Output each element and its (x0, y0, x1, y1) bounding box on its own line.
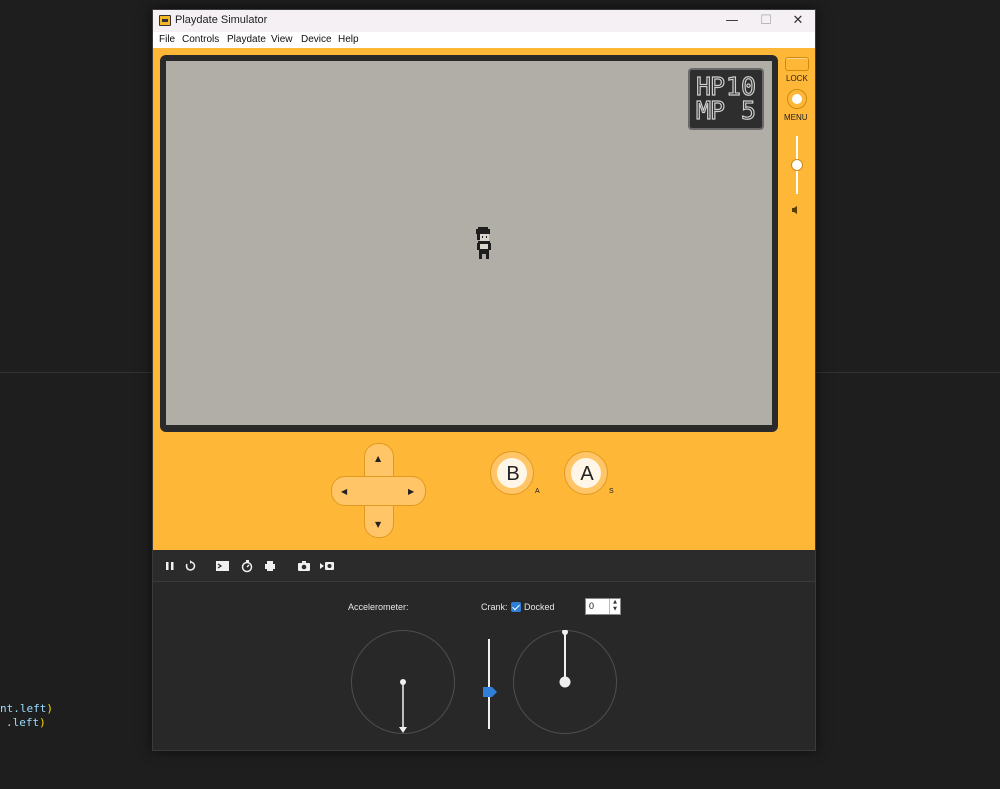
menu-button[interactable] (787, 89, 807, 109)
menu-device[interactable]: Device (301, 34, 332, 45)
crank-slider-thumb[interactable] (483, 687, 497, 697)
speaker-icon (792, 206, 797, 214)
printer-icon[interactable] (263, 559, 277, 573)
b-button-label: B (506, 463, 520, 485)
menu-controls[interactable]: Controls (182, 34, 219, 45)
title-bar[interactable]: Playdate Simulator — ☐ ✕ (153, 10, 815, 32)
mp-value: 5 (740, 95, 756, 125)
code-line-2: .left) (6, 716, 46, 729)
crank-slider-track[interactable] (488, 639, 490, 729)
window-title: Playdate Simulator (175, 14, 268, 26)
playdate-app-icon (159, 15, 171, 26)
crank-label: Crank: (481, 602, 508, 612)
accelerometer-vector[interactable] (351, 630, 455, 734)
dpad-center (365, 477, 393, 505)
menu-bar: File Controls Playdate View Device Help (153, 32, 815, 48)
simulator-toolbar (153, 550, 815, 582)
docked-checkbox[interactable] (511, 602, 521, 612)
dpad-right-button[interactable]: ▶ (408, 487, 414, 496)
crank-handle-indicator[interactable] (513, 630, 617, 734)
screen-bezel: HP 10 MP 5 (160, 55, 778, 432)
a-key-hint: S (609, 488, 614, 495)
menu-label: MENU (784, 113, 808, 122)
mp-label: MP (695, 95, 725, 125)
menu-help[interactable]: Help (338, 34, 359, 45)
lock-button[interactable] (785, 57, 809, 71)
dpad-left-button[interactable]: ◀ (341, 487, 347, 496)
pause-icon[interactable] (163, 559, 177, 573)
game-screen[interactable]: HP 10 MP 5 (166, 61, 772, 425)
stepper-arrows-icon[interactable]: ▲ ▼ (609, 599, 620, 614)
maximize-button[interactable]: ☐ (749, 10, 783, 32)
minimize-button[interactable]: — (715, 10, 749, 32)
simulator-window: Playdate Simulator — ☐ ✕ File Controls P… (152, 9, 816, 751)
console-icon[interactable] (215, 559, 230, 573)
crank-angle-value: 0 (589, 601, 595, 611)
record-video-icon[interactable] (319, 559, 335, 573)
hp-mp-panel: HP 10 MP 5 (688, 68, 764, 130)
a-button-label: A (580, 463, 594, 485)
dpad-down-button[interactable]: ▼ (375, 520, 381, 529)
dpad-up-button[interactable]: ▲ (375, 454, 381, 463)
controls-panel: Accelerometer: Crank: Docked 0 ▲ ▼ (153, 582, 815, 750)
accelerometer-label: Accelerometer: (348, 602, 409, 612)
lock-label: LOCK (786, 74, 808, 83)
close-button[interactable]: ✕ (781, 10, 815, 32)
b-button[interactable]: B (490, 451, 534, 495)
player-sprite (476, 227, 491, 259)
b-key-hint: A (535, 488, 540, 495)
crank-angle-stepper[interactable]: 0 ▲ ▼ (585, 598, 621, 615)
volume-slider-thumb[interactable] (791, 159, 803, 171)
docked-label: Docked (524, 602, 555, 612)
menu-playdate[interactable]: Playdate (227, 34, 266, 45)
camera-icon[interactable] (297, 559, 311, 573)
a-button[interactable]: A (564, 451, 608, 495)
restart-icon[interactable] (183, 559, 197, 573)
code-line-1: nt.left) (0, 702, 53, 715)
menu-view[interactable]: View (271, 34, 293, 45)
menu-file[interactable]: File (159, 34, 175, 45)
stopwatch-icon[interactable] (240, 559, 254, 573)
